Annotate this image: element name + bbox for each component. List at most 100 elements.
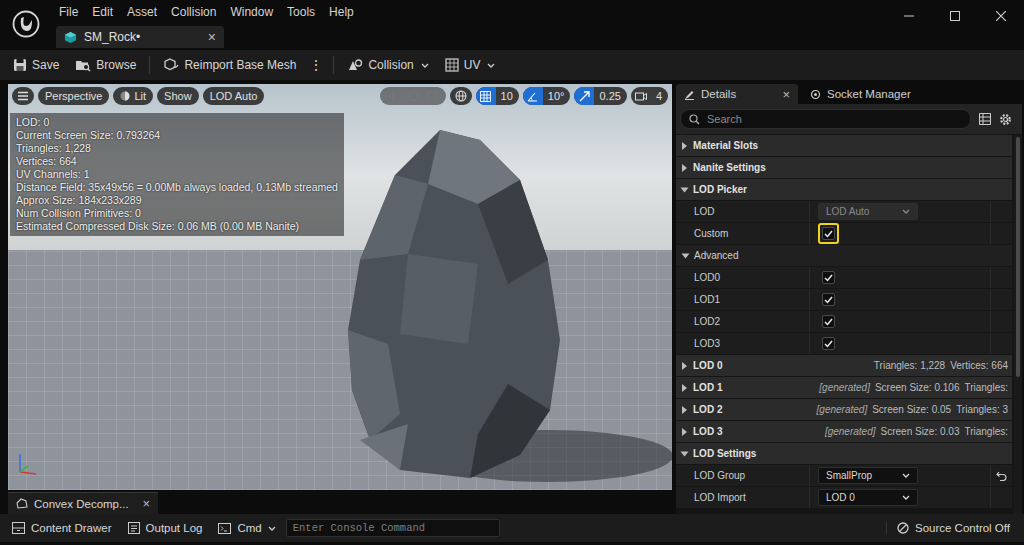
lit-button[interactable]: Lit	[113, 87, 153, 105]
chevron-down-icon	[268, 526, 276, 531]
scale-snap-button[interactable]: 0.25	[574, 87, 626, 105]
minimize-icon[interactable]	[886, 11, 932, 21]
category-header[interactable]: Nanite Settings	[676, 157, 1012, 178]
tab-close-button[interactable]: ×	[143, 496, 151, 511]
checkbox[interactable]	[822, 337, 835, 350]
convex-hull-icon	[16, 498, 28, 510]
checkbox[interactable]	[822, 293, 835, 306]
menu-bar: FileEditAssetCollisionWindowToolsHelp	[52, 0, 361, 24]
menu-item[interactable]: Collision	[164, 5, 223, 19]
hamburger-icon	[17, 91, 29, 101]
scrollbar[interactable]	[1014, 135, 1022, 514]
grid-icon	[480, 91, 491, 102]
lod-category-header[interactable]: LOD 3[generated]Screen Size: 0.03Triangl…	[676, 421, 1012, 442]
menu-item[interactable]: Asset	[120, 5, 164, 19]
gear-icon[interactable]	[999, 113, 1012, 126]
reimport-icon	[163, 58, 179, 72]
property-matrix-icon[interactable]	[979, 113, 991, 125]
show-button[interactable]: Show	[157, 87, 199, 105]
property-row: LOD1	[676, 289, 1012, 310]
transform-tools[interactable]	[380, 87, 446, 105]
stat-line: Estimated Compressed Disk Size: 0.06 MB …	[16, 220, 338, 233]
category-header[interactable]: Material Slots	[676, 135, 1012, 156]
chevron-down-icon	[902, 209, 910, 214]
panel-tab[interactable]: Details×	[676, 84, 798, 104]
convex-decomposition-tab[interactable]: Convex Decomp...×	[8, 492, 158, 514]
output-log-button[interactable]: Output Log	[122, 522, 209, 534]
grid-snap-button[interactable]: 10	[476, 87, 519, 105]
browse-folder-icon	[75, 58, 91, 72]
collision-menu[interactable]: Collision	[340, 58, 435, 72]
asset-tab[interactable]: SM_Rock•×	[56, 26, 224, 48]
checkmark-icon	[824, 230, 833, 238]
property-row: LOD GroupSmallProp	[676, 465, 1012, 486]
menu-item[interactable]: Edit	[85, 5, 120, 19]
checkbox[interactable]	[822, 227, 835, 240]
save-button[interactable]: Save	[6, 58, 66, 72]
globe-icon	[455, 90, 467, 102]
dropdown[interactable]: LOD 0	[818, 489, 918, 506]
expand-arrow-icon[interactable]	[682, 384, 687, 392]
chevron-down-icon	[421, 63, 429, 68]
category-header[interactable]: LOD Picker	[676, 179, 1012, 200]
tab-close-button[interactable]: ×	[782, 87, 790, 102]
rotation-snap-button[interactable]: 10°	[523, 87, 571, 105]
content-drawer-button[interactable]: Content Drawer	[6, 522, 118, 534]
more-options-button[interactable]: ⋮	[305, 57, 327, 73]
panel-tab[interactable]: Socket Manager	[802, 84, 919, 104]
unreal-logo-icon[interactable]	[0, 0, 52, 48]
menu-item[interactable]: Help	[322, 5, 361, 19]
viewport-toolbar: PerspectiveLitShowLOD Auto 1010°0.25 4	[12, 87, 668, 105]
reimport-button[interactable]: Reimport Base Mesh	[156, 58, 303, 72]
perspective-button[interactable]: Perspective	[38, 87, 109, 105]
axis-gizmo-icon	[14, 446, 42, 478]
menu-item[interactable]: Window	[223, 5, 280, 19]
expand-arrow-icon[interactable]	[682, 406, 687, 414]
close-icon[interactable]	[978, 11, 1024, 21]
stat-line: Approx Size: 184x233x289	[16, 194, 338, 207]
checkmark-icon	[824, 340, 833, 348]
subcategory-header[interactable]: Advanced	[676, 245, 1012, 266]
expand-arrow-icon[interactable]	[682, 253, 690, 258]
dropdown[interactable]: SmallProp	[818, 467, 918, 484]
expand-arrow-icon[interactable]	[682, 164, 687, 172]
search-field[interactable]: Search	[680, 109, 971, 129]
chevron-down-icon	[902, 473, 910, 478]
expand-arrow-icon[interactable]	[682, 362, 687, 370]
coordinate-space-button[interactable]	[450, 87, 472, 105]
tab-close-button[interactable]: ×	[208, 29, 216, 45]
cmd-menu[interactable]: Cmd	[212, 522, 281, 534]
source-control-button[interactable]: Source Control Off	[886, 522, 1016, 534]
reset-arrow-icon[interactable]	[996, 471, 1007, 481]
maximize-icon[interactable]	[932, 11, 978, 21]
chevron-down-icon	[487, 63, 495, 68]
stat-line: Num Collision Primitives: 0	[16, 207, 338, 220]
expand-arrow-icon[interactable]	[682, 142, 687, 150]
dropdown[interactable]: LOD Auto	[818, 203, 918, 220]
expand-arrow-icon[interactable]	[681, 451, 689, 456]
lod-category-header[interactable]: LOD 0Triangles: 1,228Vertices: 664	[676, 355, 1012, 376]
bottom-tab-strip: Convex Decomp...×	[8, 490, 672, 514]
source-control-off-icon	[897, 522, 909, 534]
checkbox[interactable]	[822, 271, 835, 284]
lod-category-header[interactable]: LOD 2[generated]Screen Size: 0.05Triangl…	[676, 399, 1012, 420]
expand-arrow-icon[interactable]	[681, 187, 689, 192]
expand-arrow-icon[interactable]	[682, 428, 687, 436]
console-input[interactable]: Enter Console Command	[286, 519, 500, 537]
lod-category-header[interactable]: LOD 1[generated]Screen Size: 0.106Triang…	[676, 377, 1012, 398]
menu-item[interactable]: Tools	[280, 5, 322, 19]
viewport[interactable]: PerspectiveLitShowLOD Auto1010°0.254LOD:…	[8, 84, 672, 490]
uv-menu[interactable]: UV	[438, 58, 503, 72]
category-header[interactable]: LOD Settings	[676, 443, 1012, 464]
socket-icon	[810, 89, 821, 100]
viewport-menu-button[interactable]	[12, 87, 34, 105]
angle-icon	[527, 91, 538, 102]
save-icon	[13, 58, 27, 72]
checkbox[interactable]	[822, 315, 835, 328]
property-row: LOD0	[676, 267, 1012, 288]
camera-speed-button[interactable]: 4	[631, 87, 668, 105]
menu-item[interactable]: File	[52, 5, 85, 19]
stat-line: Triangles: 1,228	[16, 142, 338, 155]
browse-button[interactable]: Browse	[68, 58, 143, 72]
lod-button[interactable]: LOD Auto	[203, 87, 265, 105]
